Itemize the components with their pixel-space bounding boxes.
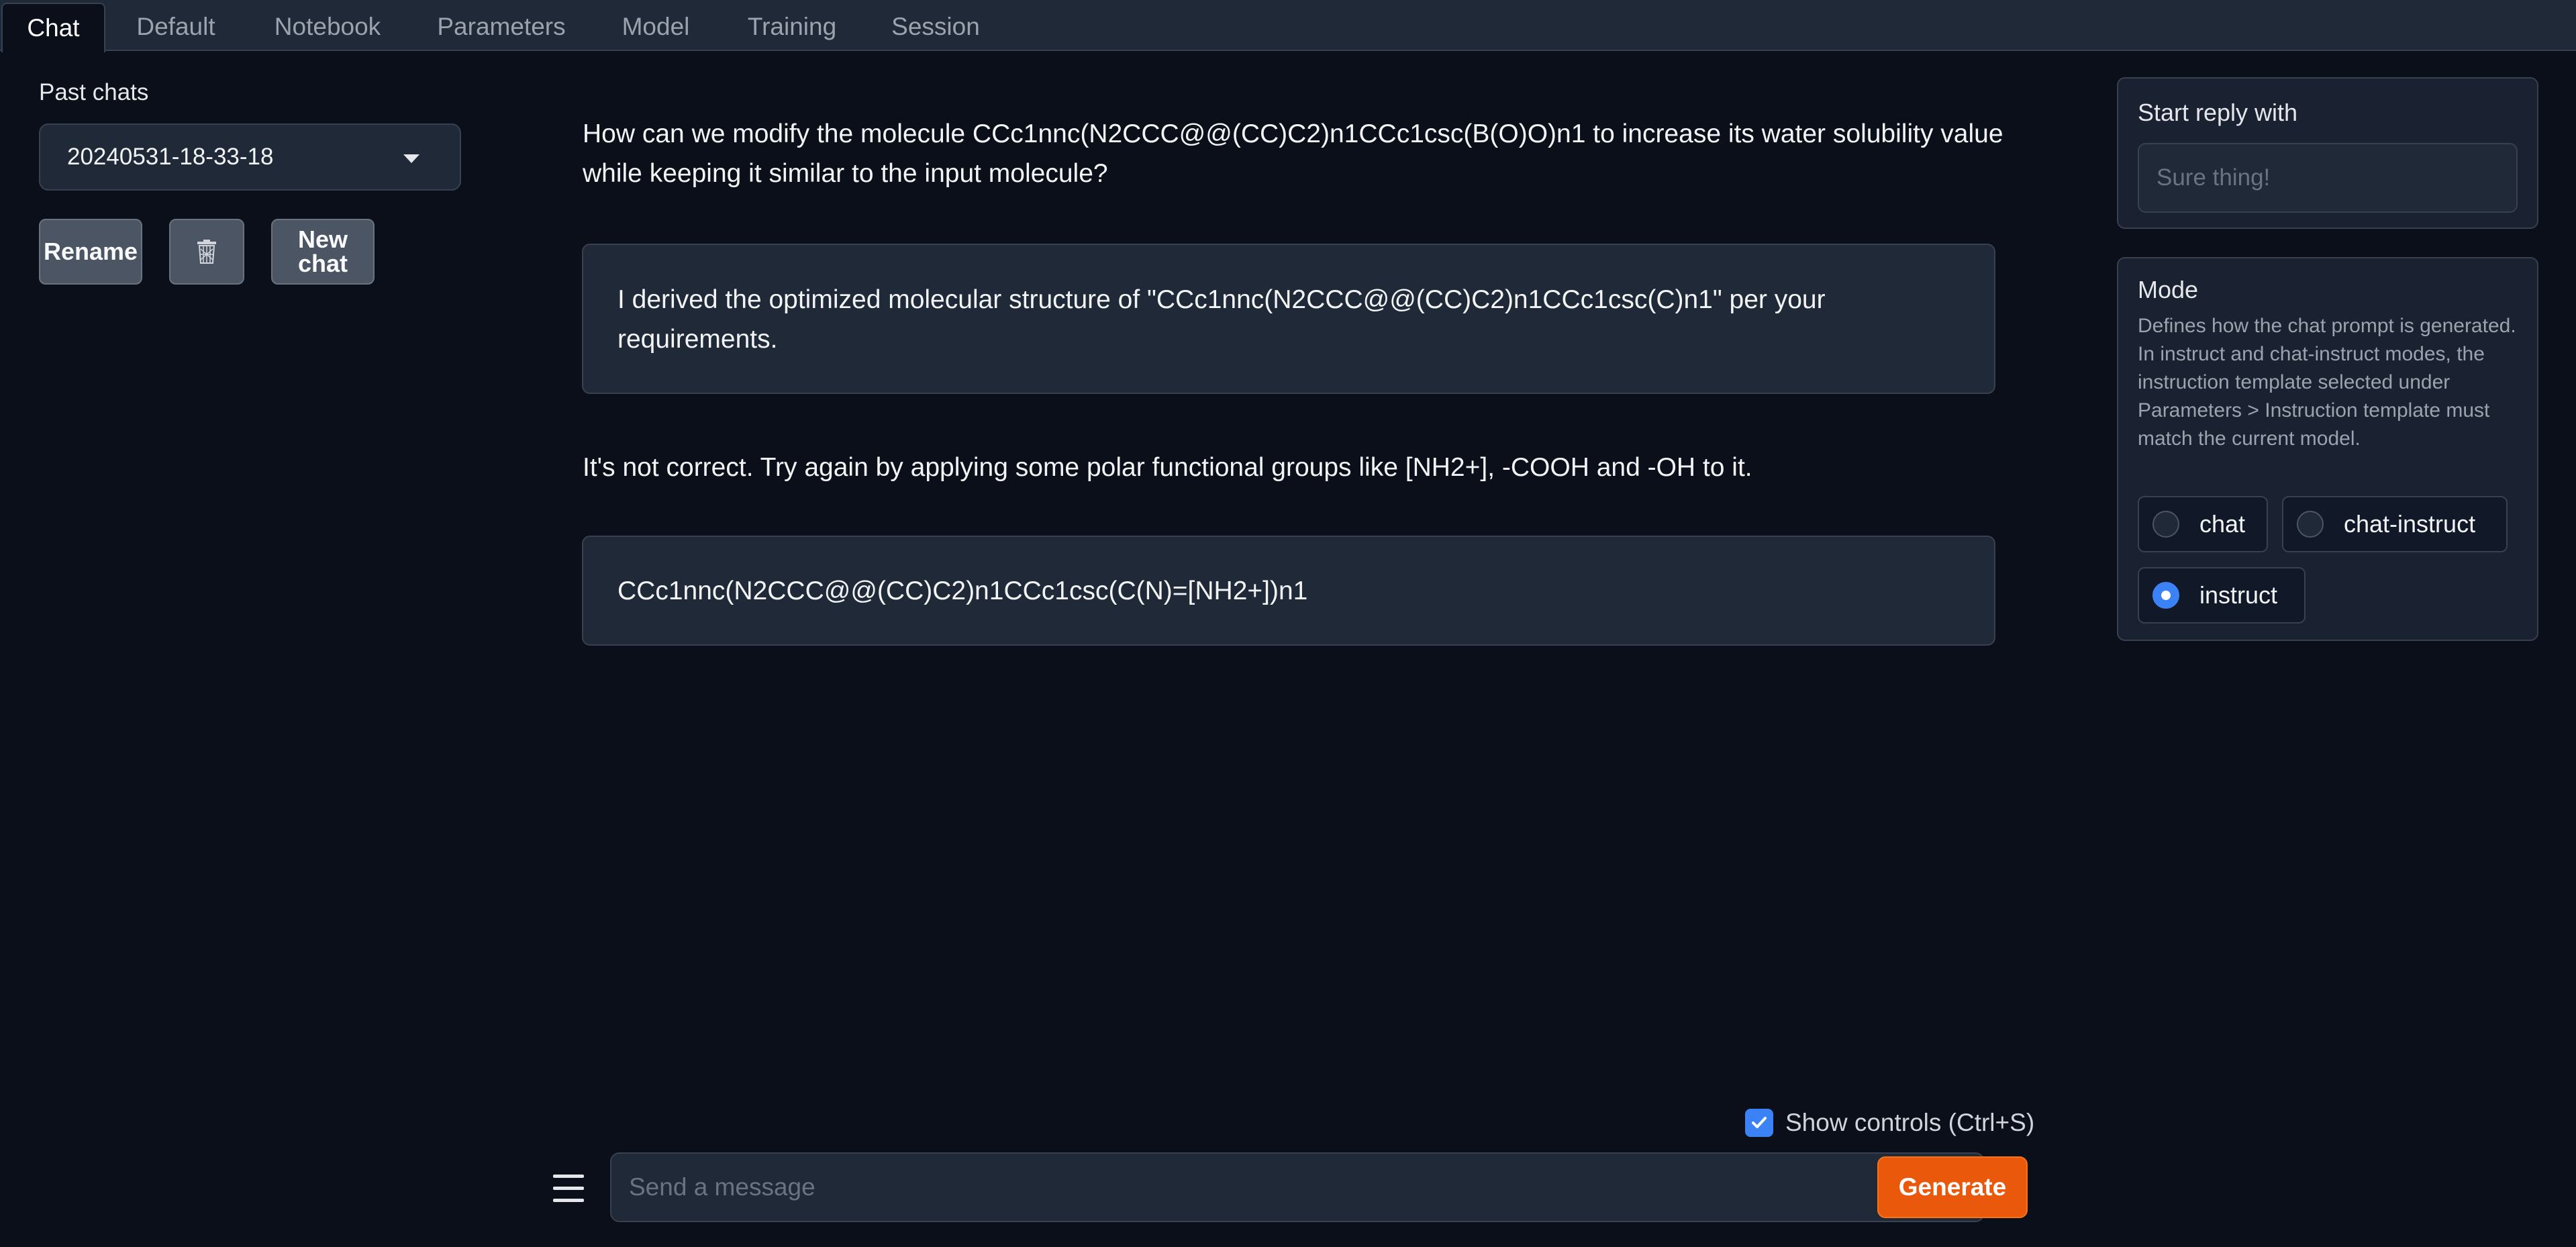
tab-training[interactable]: Training [734,3,850,51]
user-message: It's not correct. Try again by applying … [583,453,1752,482]
assistant-message: I derived the optimized molecular struct… [582,244,1995,394]
user-message: How can we modify the molecule CCc1nnc(N… [583,119,2003,188]
generate-button[interactable]: Generate [1877,1156,2028,1218]
rename-label: Rename [43,238,138,265]
mode-option-chat-instruct[interactable]: chat-instruct [2282,496,2508,552]
radio-button-selected[interactable] [2152,582,2179,609]
rename-button[interactable]: Rename [39,219,142,285]
message-input[interactable] [610,1152,1985,1222]
trash-icon [197,240,216,264]
start-reply-panel: Start reply with [2117,77,2538,229]
mode-label: Mode [2138,276,2199,303]
tab-default[interactable]: Default [121,3,231,51]
hamburger-menu-icon[interactable] [550,1173,587,1204]
mode-option-chat[interactable]: chat [2138,496,2268,552]
mode-option-label: instruct [2199,581,2278,609]
new-chat-button[interactable]: New chat [271,219,375,285]
delete-chat-button[interactable] [169,219,244,285]
show-controls-label[interactable]: Show controls (Ctrl+S) [1785,1106,2034,1140]
assistant-message: CCc1nnc(N2CCC@@(CC)C2)n1CCc1csc(C(N)=[NH… [582,536,1995,646]
new-chat-label-line2: chat [297,250,348,277]
chevron-down-icon [403,154,419,163]
past-chats-label: Past chats [39,79,149,105]
tab-chat[interactable]: Chat [1,3,105,52]
show-controls-checkbox[interactable] [1745,1109,1773,1137]
tab-bar: Chat Default Notebook Parameters Model T… [0,0,2576,52]
new-chat-label-line1: New [297,226,348,253]
assistant-message-text: I derived the optimized molecular struct… [617,285,1826,354]
radio-button[interactable] [2152,511,2179,538]
start-reply-label: Start reply with [2138,99,2298,126]
app-root: Chat Default Notebook Parameters Model T… [0,0,2576,1247]
mode-option-label: chat [2199,510,2246,538]
generate-label: Generate [1898,1173,2007,1201]
tab-notebook[interactable]: Notebook [260,3,395,51]
radio-button[interactable] [2297,511,2324,538]
start-reply-input[interactable] [2138,143,2518,213]
tab-parameters[interactable]: Parameters [423,3,580,51]
mode-panel: Mode Defines how the chat prompt is gene… [2117,257,2538,641]
checkmark-icon [1752,1117,1767,1128]
mode-option-instruct[interactable]: instruct [2138,567,2306,624]
mode-option-label: chat-instruct [2344,510,2476,538]
selected-chat-value: 20240531-18-33-18 [67,144,274,170]
past-chats-dropdown[interactable]: 20240531-18-33-18 [39,123,461,191]
tab-model[interactable]: Model [607,3,705,51]
mode-description: Defines how the chat prompt is generated… [2138,315,2516,450]
assistant-message-text: CCc1nnc(N2CCC@@(CC)C2)n1CCc1csc(C(N)=[NH… [617,577,1308,605]
tab-session[interactable]: Session [879,3,992,51]
